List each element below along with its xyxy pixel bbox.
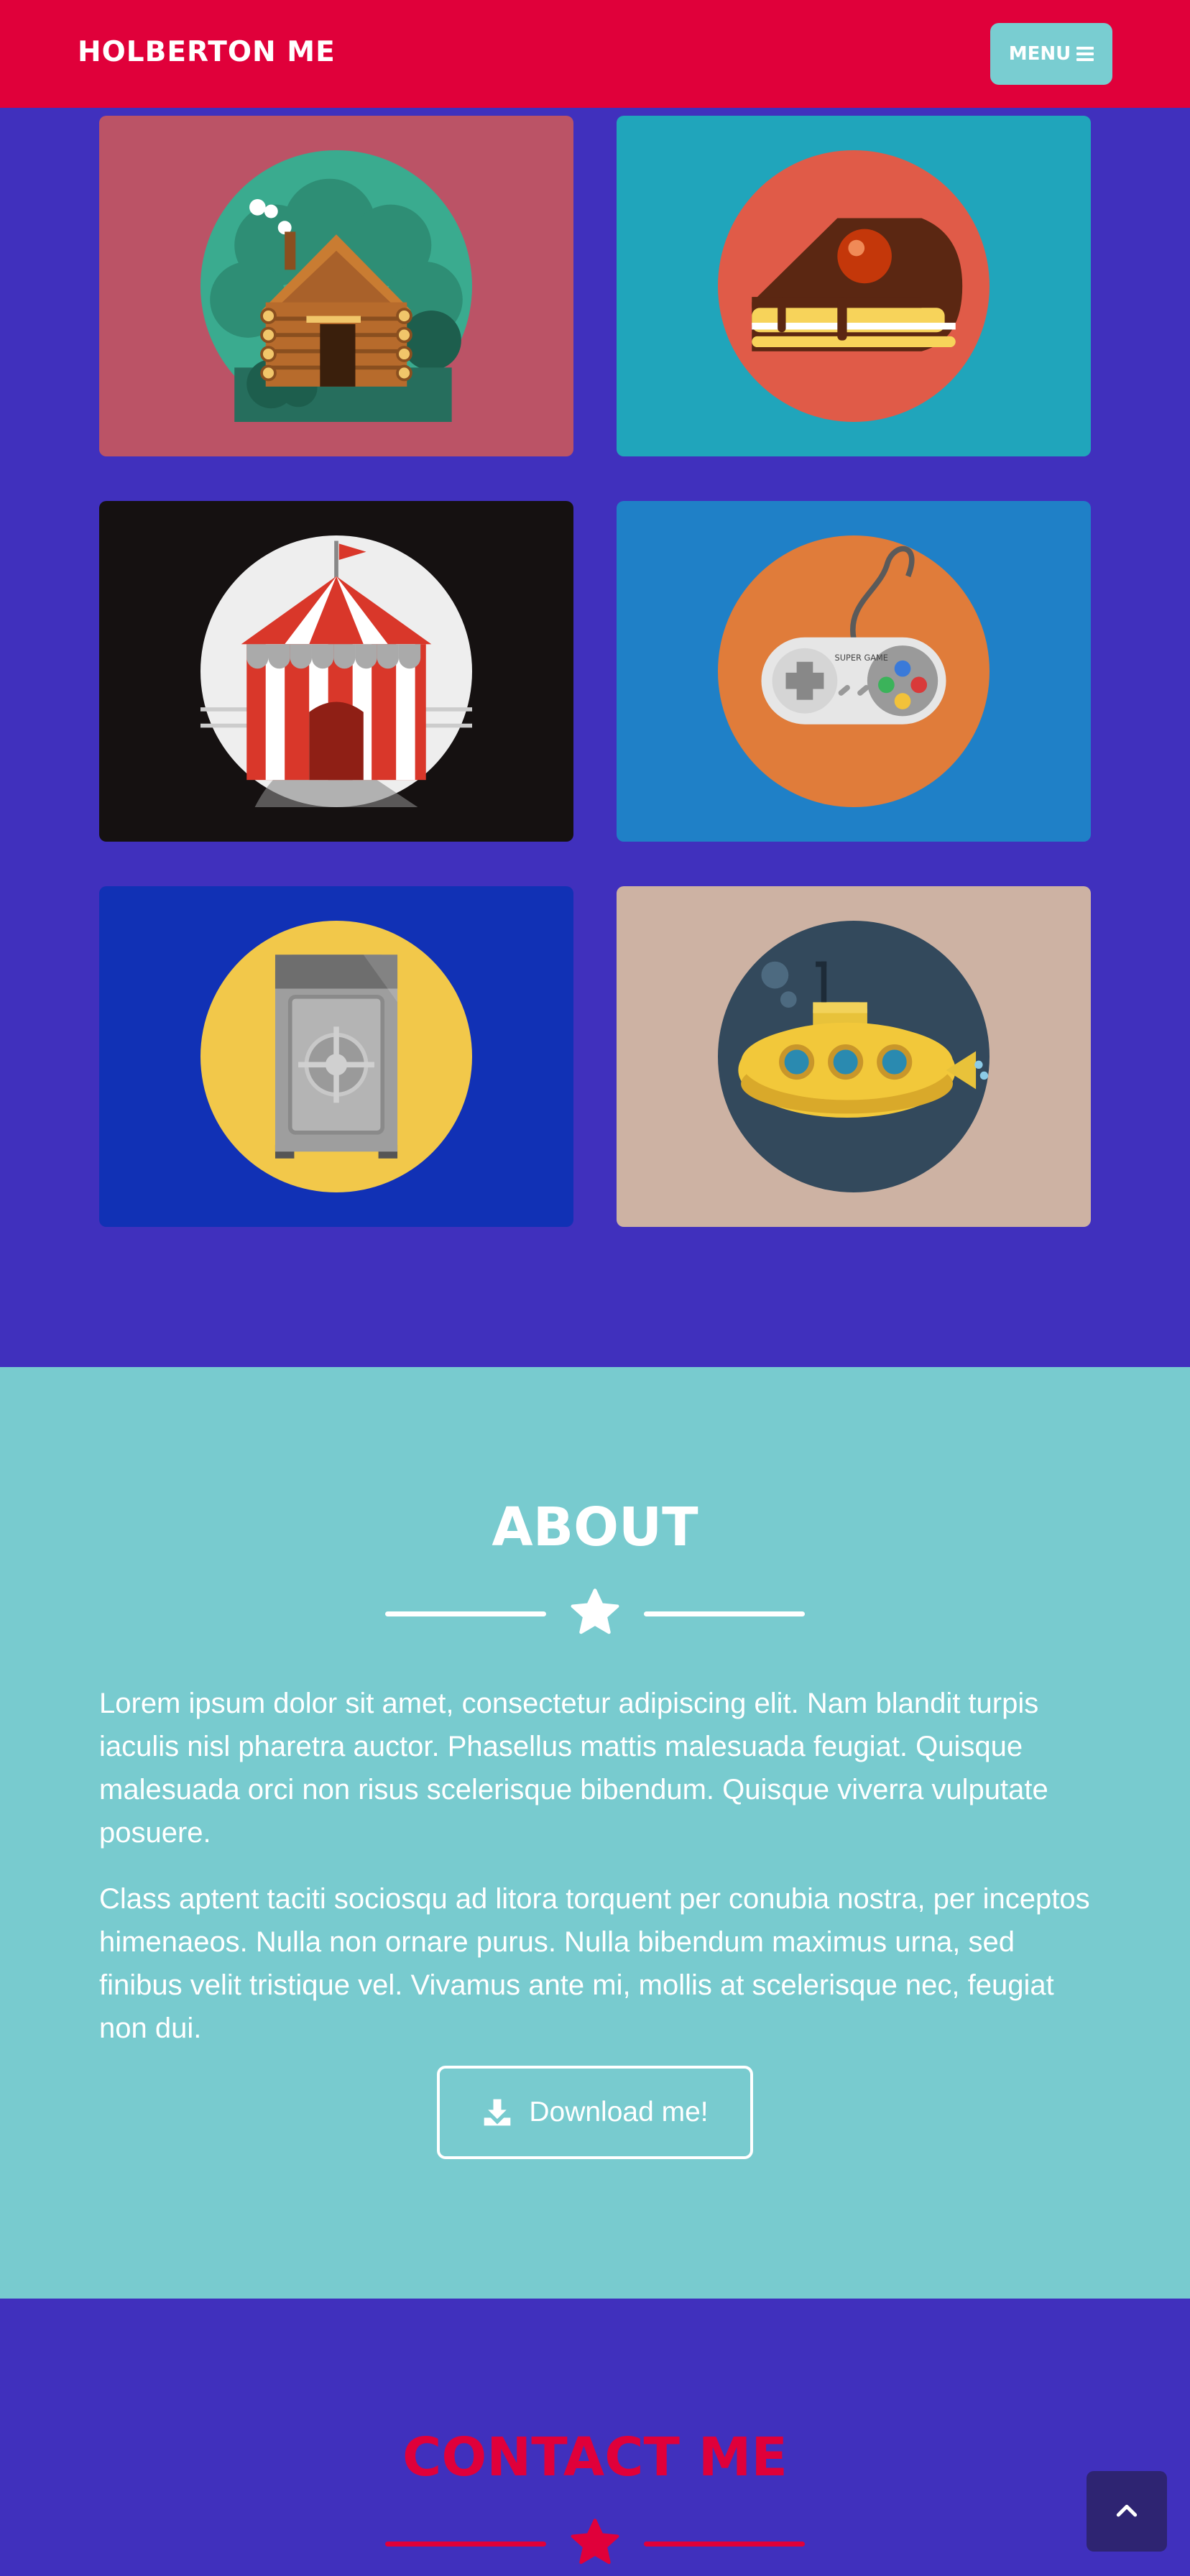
submarine-icon bbox=[718, 921, 990, 1192]
portfolio-item-cabin[interactable] bbox=[99, 116, 573, 456]
about-section: ABOUT Lorem ipsum dolor sit amet, consec… bbox=[0, 1367, 1190, 2299]
about-title: ABOUT bbox=[492, 1496, 698, 1558]
about-paragraph-1: Lorem ipsum dolor sit amet, consectetur … bbox=[99, 1688, 1048, 1849]
download-label: Download me! bbox=[529, 2097, 709, 2128]
hamburger-icon bbox=[1076, 47, 1094, 61]
star-icon bbox=[571, 1588, 619, 1634]
star-icon bbox=[571, 2518, 619, 2564]
portfolio-section: SUPER GAME bbox=[0, 108, 1190, 1367]
chevron-up-icon bbox=[1116, 2504, 1138, 2517]
game-controller-icon: SUPER GAME bbox=[718, 535, 990, 807]
menu-button[interactable]: MENU bbox=[990, 23, 1112, 85]
contact-divider bbox=[385, 2517, 805, 2569]
safe-icon bbox=[200, 921, 472, 1192]
controller-text: SUPER GAME bbox=[835, 653, 888, 663]
circus-tent-icon bbox=[200, 535, 472, 807]
download-button[interactable]: Download me! bbox=[437, 2066, 753, 2159]
download-icon bbox=[484, 2099, 511, 2126]
cake-icon bbox=[718, 150, 990, 422]
contact-section: CONTACT ME bbox=[0, 2299, 1190, 2576]
about-paragraph-2: Class aptent taciti sociosqu ad litora t… bbox=[99, 1883, 1090, 2044]
portfolio-item-game-controller[interactable]: SUPER GAME bbox=[617, 501, 1091, 842]
navbar: HOLBERTON ME MENU bbox=[0, 0, 1190, 108]
contact-title: CONTACT ME bbox=[402, 2426, 788, 2488]
cabin-icon bbox=[200, 150, 472, 422]
menu-label: MENU bbox=[1008, 43, 1071, 65]
scroll-top-button[interactable] bbox=[1087, 2471, 1167, 2552]
about-divider bbox=[385, 1587, 805, 1639]
portfolio-item-circus[interactable] bbox=[99, 501, 573, 842]
portfolio-item-safe[interactable] bbox=[99, 886, 573, 1227]
portfolio-item-cake[interactable] bbox=[617, 116, 1091, 456]
brand-link[interactable]: HOLBERTON ME bbox=[78, 36, 336, 68]
portfolio-item-submarine[interactable] bbox=[617, 886, 1091, 1227]
